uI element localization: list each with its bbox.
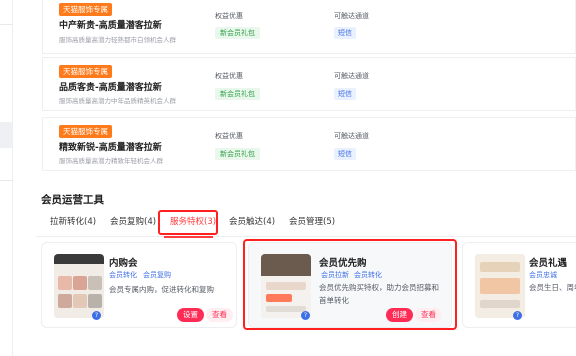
tool-card-internal-sale[interactable]: ? 内购会 会员转化 会员复购 会员专属内购，促进转化和复购 设置 查看 [41, 242, 237, 328]
annotation-highlight-tool [243, 239, 457, 330]
strategy-card[interactable]: 天猫服饰专属 中产新贵-高质量潜客拉新 服饰高质量高潜力轻熟都市白领机会人群 权… [42, 0, 576, 54]
tool-card-member-gifts[interactable]: ? 会员礼遇 会员忠诚 会员生日、周年日等专属礼遇，提升进店转化 [462, 242, 576, 328]
channel-tag: 短信 [334, 88, 356, 100]
tab-member-reach[interactable]: 会员触达(4) [229, 215, 275, 227]
benefit-tag: 新会员礼包 [215, 148, 260, 160]
tool-tag: 会员转化 [109, 271, 137, 279]
setup-button[interactable]: 设置 [177, 308, 204, 322]
card-title: 精致新锐-高质量潜客拉新 [59, 143, 162, 153]
view-button[interactable]: 查看 [206, 308, 233, 322]
tool-tag: 会员忠诚 [529, 271, 557, 279]
card-description: 服饰高质量高潜力中年品质精英机会人群 [59, 97, 176, 105]
benefit-label: 权益优惠 [215, 72, 243, 80]
channel-label: 可触达通道 [334, 132, 369, 140]
annotation-highlight-tab [158, 210, 218, 235]
tab-member-management[interactable]: 会员管理(5) [289, 215, 335, 227]
question-icon[interactable]: ? [513, 311, 522, 320]
strategy-card[interactable]: 天猫服饰专属 品质客贵-高质量潜客拉新 服饰高质量高潜力中年品质精英机会人群 权… [42, 57, 576, 111]
channel-tag: 短信 [334, 148, 356, 160]
card-description: 服饰高质量高潜力精致年轻机会人群 [59, 157, 163, 165]
tool-description: 会员生日、周年日等专属礼遇，提升进店转化 [529, 283, 576, 292]
strategy-card[interactable]: 天猫服饰专属 精致新锐-高质量潜客拉新 服饰高质量高潜力精致年轻机会人群 权益优… [42, 117, 576, 171]
benefit-tag: 新会员礼包 [215, 27, 260, 39]
tool-tabs: 拉新转化(4) 会员复购(4) 服务特权(3) 会员触达(4) 会员管理(5) [36, 207, 576, 237]
tmall-exclusive-badge: 天猫服饰专属 [59, 3, 112, 16]
tool-description: 会员专属内购，促进转化和复购 [109, 285, 214, 294]
left-sidebar [0, 0, 13, 356]
card-description: 服饰高质量高潜力轻熟都市白领机会人群 [59, 36, 176, 44]
tool-preview-image [475, 254, 525, 318]
tool-preview-image [54, 254, 104, 318]
tmall-exclusive-badge: 天猫服饰专属 [59, 65, 112, 78]
benefit-label: 权益优惠 [215, 132, 243, 140]
sidebar-divider [0, 180, 13, 181]
card-title: 中产新贵-高质量潜客拉新 [59, 21, 162, 31]
tool-name: 内购会 [109, 258, 138, 269]
channel-tag: 短信 [334, 27, 356, 39]
tmall-exclusive-badge: 天猫服饰专属 [59, 125, 112, 138]
channel-label: 可触达通道 [334, 12, 369, 20]
section-title: 会员运营工具 [41, 194, 104, 206]
tool-tag: 会员复购 [143, 271, 171, 279]
benefit-label: 权益优惠 [215, 12, 243, 20]
tab-acquisition[interactable]: 拉新转化(4) [50, 215, 96, 227]
question-icon[interactable]: ? [92, 311, 101, 320]
channel-label: 可触达通道 [334, 72, 369, 80]
benefit-tag: 新会员礼包 [215, 88, 260, 100]
active-tab-underline [164, 236, 213, 238]
sidebar-divider [0, 24, 13, 25]
tab-repurchase[interactable]: 会员复购(4) [110, 215, 156, 227]
sidebar-selected-item[interactable] [0, 122, 13, 148]
card-title: 品质客贵-高质量潜客拉新 [59, 83, 162, 93]
tool-name: 会员礼遇 [529, 258, 568, 269]
